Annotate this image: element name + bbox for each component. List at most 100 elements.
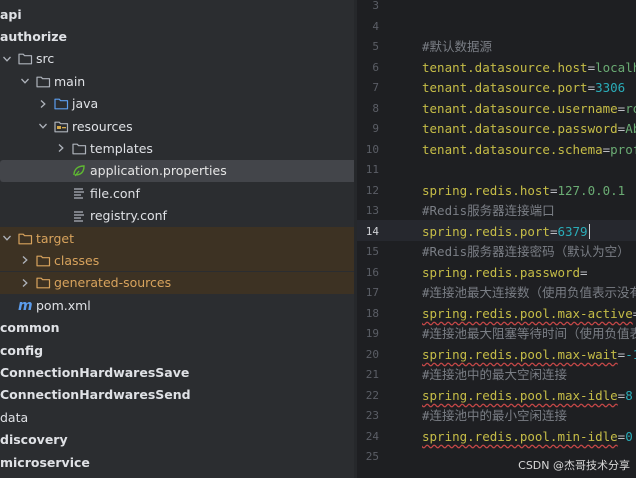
tree-item-data[interactable]: data xyxy=(0,406,354,428)
tree-item-label: api xyxy=(0,6,22,22)
chevron-right-icon[interactable] xyxy=(54,141,68,155)
tree-item-common[interactable]: common xyxy=(0,317,354,339)
tree-item-label: common xyxy=(0,320,60,336)
code-editor[interactable]: 3 4 5 6 7 8 9 10 11 12 13 14 15 16 17 18 19 20 21 22 23 24 25 … xyxy=(357,0,636,478)
tree-item-generated-sources[interactable]: generated-sources xyxy=(0,271,354,294)
code-comment: #连接池最大阻塞等待时间（使用负值表 xyxy=(422,326,636,341)
config-file-icon xyxy=(71,208,87,224)
watermark: CSDN @杰哥技术分享 xyxy=(518,459,630,472)
tree-item-label: authorize xyxy=(0,28,67,44)
property-key: tenant.datasource.host xyxy=(422,59,588,75)
tree-item-resources[interactable]: resources xyxy=(0,115,354,137)
tree-item-pom-xml[interactable]: m pom.xml xyxy=(0,294,354,316)
code-line[interactable]: spring.redis.pool.max-active= xyxy=(422,304,636,324)
tree-item-label: src xyxy=(36,51,55,67)
property-key: spring.redis.host xyxy=(422,182,550,198)
code-comment: #Redis服务器连接端口 xyxy=(422,203,555,218)
line-number: 16 xyxy=(365,265,379,279)
code-line[interactable]: #Redis服务器连接密码（默认为空） xyxy=(422,242,630,262)
code-line[interactable]: spring.redis.pool.max-wait=-1 xyxy=(422,345,636,365)
line-number: 6 xyxy=(372,60,379,74)
line-number: 19 xyxy=(365,327,379,340)
line-number: 10 xyxy=(365,142,379,156)
code-comment: #连接池中的最大空闲连接 xyxy=(422,367,568,382)
tree-item-label: registry.conf xyxy=(90,208,167,224)
line-number: 17 xyxy=(365,286,379,299)
property-value: Ab xyxy=(625,121,636,136)
tree-item-java[interactable]: java xyxy=(0,93,354,115)
code-line[interactable]: spring.redis.password= xyxy=(422,263,588,283)
tree-item-authorize[interactable]: authorize xyxy=(0,25,354,47)
code-line[interactable]: #连接池最大连接数（使用负值表示没有 xyxy=(422,283,636,303)
tree-item-registry-conf[interactable]: registry.conf xyxy=(0,205,354,227)
line-number: 12 xyxy=(365,183,379,197)
tree-item-label: pom.xml xyxy=(36,297,91,313)
line-number: 5 xyxy=(372,40,379,53)
code-line[interactable]: #Redis服务器连接端口 xyxy=(422,201,555,221)
tree-item-application-properties[interactable]: application.properties xyxy=(0,159,354,182)
code-line[interactable]: #连接池中的最大空闲连接 xyxy=(422,365,567,385)
line-number: 22 xyxy=(365,388,379,402)
property-key: spring.redis.password xyxy=(422,264,581,280)
code-line[interactable]: tenant.datasource.port=3306 xyxy=(422,78,625,98)
property-value: localh xyxy=(595,59,636,75)
chevron-right-icon[interactable] xyxy=(18,253,32,267)
tree-item-target[interactable]: target xyxy=(0,227,354,249)
excluded-folder-icon xyxy=(35,275,51,291)
text-caret xyxy=(588,223,591,239)
tree-item-label: data xyxy=(0,409,29,425)
code-line[interactable]: spring.redis.pool.max-idle=8 xyxy=(422,386,633,406)
tree-item-discovery[interactable]: discovery xyxy=(0,429,354,451)
chevron-down-icon[interactable] xyxy=(18,74,32,88)
spring-properties-icon xyxy=(71,163,87,179)
folder-icon xyxy=(71,140,87,156)
line-number: 8 xyxy=(372,101,379,115)
line-number: 24 xyxy=(365,429,379,443)
line-number: 11 xyxy=(365,163,379,176)
property-value: 127.0.0.1 xyxy=(557,182,626,198)
tree-item-label: file.conf xyxy=(90,185,140,201)
line-number: 14 xyxy=(365,224,379,238)
property-key: tenant.datasource.username xyxy=(422,100,618,116)
tree-item-label: java xyxy=(72,96,99,112)
chevron-down-icon[interactable] xyxy=(36,119,50,133)
code-line[interactable]: #连接池中的最小空闲连接 xyxy=(422,406,567,426)
code-line[interactable]: tenant.datasource.schema=prof xyxy=(422,140,636,160)
tree-item-src[interactable]: src xyxy=(0,48,354,70)
tree-item-connectionhardwaressend[interactable]: ConnectionHardwaresSend xyxy=(0,384,354,406)
tree-item-templates[interactable]: templates xyxy=(0,137,354,159)
code-line[interactable]: tenant.datasource.host=localh xyxy=(422,58,636,78)
tree-item-classes[interactable]: classes xyxy=(0,249,354,272)
tree-item-microservice[interactable]: microservice xyxy=(0,451,354,473)
chevron-down-icon[interactable] xyxy=(0,52,14,66)
excluded-folder-icon xyxy=(17,230,33,246)
tree-item-label: target xyxy=(36,230,75,246)
tree-item-label: classes xyxy=(54,252,100,268)
property-equals: = xyxy=(587,80,596,95)
property-key: tenant.datasource.password xyxy=(422,121,618,136)
property-equals: = xyxy=(580,264,588,280)
tree-item-main[interactable]: main xyxy=(0,70,354,92)
chevron-right-icon[interactable] xyxy=(18,276,32,290)
code-line[interactable]: spring.redis.host=127.0.0.1 xyxy=(422,181,625,201)
code-comment: #默认数据源 xyxy=(422,39,493,54)
tree-item-api[interactable]: api xyxy=(0,3,354,25)
code-line[interactable]: spring.redis.pool.min-idle=0 xyxy=(422,427,633,447)
code-line[interactable]: spring.redis.port=6379 xyxy=(422,222,591,242)
tree-item-config[interactable]: config xyxy=(0,339,354,361)
tree-item-label: resources xyxy=(72,118,133,134)
chevron-down-icon[interactable] xyxy=(0,231,14,245)
property-key: spring.redis.pool.max-idle xyxy=(422,387,618,403)
tree-item-label: generated-sources xyxy=(54,275,172,291)
code-line[interactable]: tenant.datasource.password=Ab xyxy=(422,119,636,139)
code-line[interactable]: tenant.datasource.username=ro xyxy=(422,99,636,119)
line-number: 3 xyxy=(372,0,379,12)
chevron-right-icon[interactable] xyxy=(36,97,50,111)
code-comment: #连接池最大连接数（使用负值表示没有 xyxy=(422,285,636,300)
tree-item-file-conf[interactable]: file.conf xyxy=(0,182,354,204)
tree-item-connectionhardwaressave[interactable]: ConnectionHardwaresSave xyxy=(0,361,354,383)
property-value: 6379 xyxy=(557,223,588,239)
property-value: -1 xyxy=(625,346,636,362)
code-line[interactable]: #默认数据源 xyxy=(422,37,492,57)
code-line[interactable]: #连接池最大阻塞等待时间（使用负值表 xyxy=(422,324,636,344)
